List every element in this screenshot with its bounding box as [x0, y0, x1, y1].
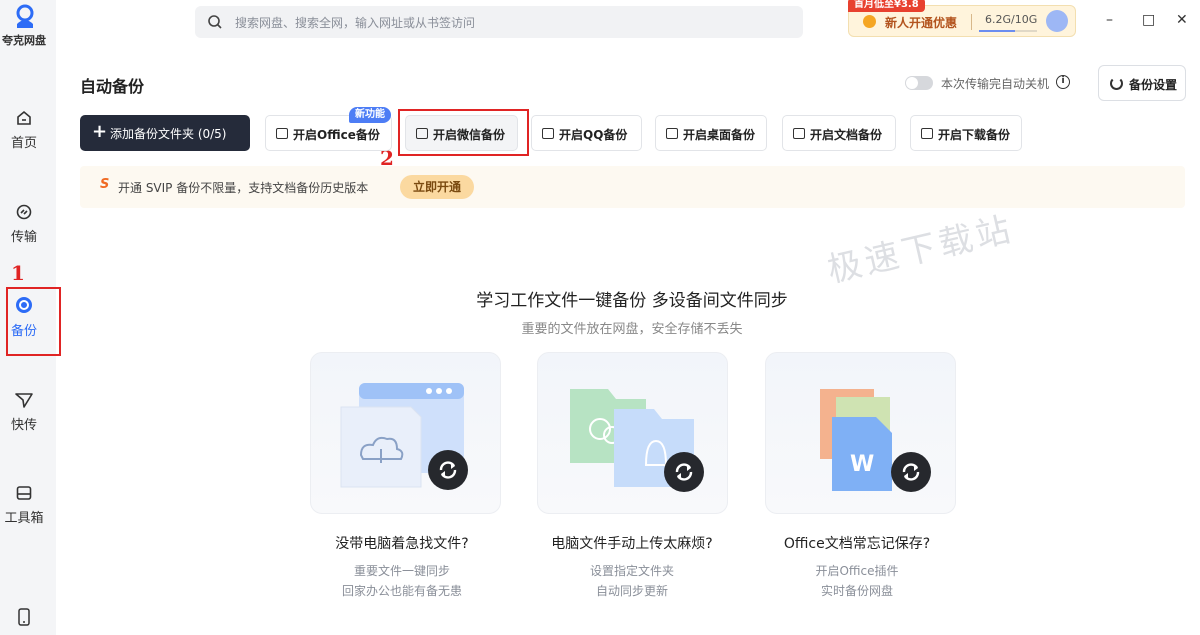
qq-backup-button[interactable]: 开启QQ备份 — [531, 115, 642, 151]
search-input[interactable]: 搜索网盘、搜索全网，输入网址或从书签访问 — [195, 6, 803, 38]
card-line-3b: 实时备份网盘 — [820, 584, 893, 598]
phone-button[interactable] — [0, 608, 48, 632]
transfer-icon — [16, 204, 32, 220]
card-line-2a: 设置指定文件夹 — [589, 564, 674, 578]
page-title: 自动备份 — [80, 77, 145, 96]
card-line-1a: 重要文件一键同步 — [353, 564, 450, 578]
qq-backup-label: 开启QQ备份 — [559, 128, 628, 142]
camera-icon — [542, 128, 554, 139]
coin-icon — [863, 15, 876, 28]
promo-tag: 首月低至¥3.8 — [848, 0, 925, 12]
close-button[interactable]: ✕ — [1176, 12, 1188, 28]
card-title-1: 没带电脑着急找文件? — [335, 536, 469, 552]
sidebar-item-home[interactable]: 首页 — [0, 110, 48, 151]
backup-settings-label: 备份设置 — [1129, 78, 1178, 92]
svip-banner: S 开通 SVIP 备份不限量，支持文档备份历史版本 立即开通 — [80, 166, 1185, 208]
camera-icon — [276, 128, 288, 139]
app-name: 夸克网盘 — [2, 34, 46, 47]
sidebar-item-label: 传输 — [10, 230, 37, 245]
card-title-2: 电脑文件手动上传太麻烦? — [551, 536, 713, 552]
sync-icon — [664, 452, 704, 492]
feature-card-office: W — [765, 352, 956, 514]
feature-card-cloud — [310, 352, 501, 514]
auto-shutdown-label: 本次传输完自动关机 — [941, 77, 1050, 91]
promo-label: 新人开通优惠 — [885, 16, 958, 30]
sidebar-item-toolbox[interactable]: 工具箱 — [0, 485, 48, 526]
maximize-button[interactable]: □ — [1142, 12, 1155, 28]
desktop-backup-button[interactable]: 开启桌面备份 — [655, 115, 767, 151]
card-title-3: Office文档常忘记保存? — [783, 536, 931, 552]
sidebar-item-label: 首页 — [10, 136, 37, 151]
camera-icon — [666, 128, 678, 139]
office-backup-label: 开启Office备份 — [293, 128, 380, 142]
add-backup-folder-button[interactable]: + 添加备份文件夹 (0/5) — [80, 115, 250, 151]
document-backup-button[interactable]: 开启文档备份 — [782, 115, 896, 151]
settings-ring-icon — [1110, 77, 1123, 90]
plus-icon: + — [92, 121, 108, 142]
toolbox-icon — [16, 486, 32, 500]
wechat-backup-label: 开启微信备份 — [433, 128, 506, 142]
new-feature-badge: 新功能 — [349, 107, 391, 123]
svip-banner-text: 开通 SVIP 备份不限量，支持文档备份历史版本 — [118, 181, 369, 195]
minimize-button[interactable]: – — [1106, 12, 1113, 28]
wechat-backup-button[interactable]: 开启微信备份 — [405, 115, 518, 151]
auto-shutdown-toggle[interactable] — [905, 76, 933, 90]
search-placeholder: 搜索网盘、搜索全网，输入网址或从书签访问 — [235, 16, 476, 30]
download-backup-label: 开启下载备份 — [938, 128, 1011, 142]
storage-bar-fill — [979, 30, 1015, 32]
download-backup-button[interactable]: 开启下载备份 — [910, 115, 1022, 151]
divider — [971, 14, 972, 30]
storage-usage: 6.2G/10G — [985, 13, 1038, 26]
svip-open-button[interactable]: 立即开通 — [400, 175, 474, 199]
avatar[interactable] — [1046, 10, 1068, 32]
search-icon — [208, 15, 222, 29]
document-backup-label: 开启文档备份 — [810, 128, 883, 142]
sync-icon — [891, 452, 931, 492]
add-backup-folder-label: 添加备份文件夹 (0/5) — [110, 127, 227, 141]
storage-bar — [979, 30, 1037, 32]
svg-text:W: W — [850, 452, 874, 477]
sidebar-item-quick-send[interactable]: 快传 — [0, 392, 48, 433]
camera-icon — [921, 128, 933, 139]
sync-icon — [428, 450, 468, 490]
annotation-step-1: 1 — [11, 261, 25, 285]
backup-settings-button[interactable]: 备份设置 — [1098, 65, 1186, 101]
info-icon[interactable]: i — [1056, 75, 1070, 89]
card-line-1b: 回家办公也能有备无患 — [341, 584, 462, 598]
home-icon — [17, 110, 31, 125]
sidebar-item-transfer[interactable]: 传输 — [0, 204, 48, 245]
desktop-backup-label: 开启桌面备份 — [683, 128, 756, 142]
watermark: 极速下载站 — [823, 209, 1018, 291]
sidebar-item-label: 工具箱 — [4, 511, 44, 526]
app-logo[interactable]: 夸克网盘 — [0, 0, 56, 50]
camera-icon — [793, 128, 805, 139]
phone-icon — [18, 608, 30, 626]
cloud-logo-icon — [16, 4, 34, 28]
card-line-3a: 开启Office插件 — [815, 564, 899, 578]
camera-icon — [416, 128, 428, 139]
hero-subtitle: 重要的文件放在网盘，安全存储不丢失 — [521, 322, 743, 337]
svip-icon: S — [100, 177, 110, 192]
card-line-2b: 自动同步更新 — [595, 584, 668, 598]
send-icon — [15, 393, 33, 408]
hero-title: 学习工作文件一键备份 多设备间文件同步 — [476, 291, 788, 311]
sidebar-item-label: 快传 — [10, 418, 37, 433]
feature-card-folders — [537, 352, 728, 514]
